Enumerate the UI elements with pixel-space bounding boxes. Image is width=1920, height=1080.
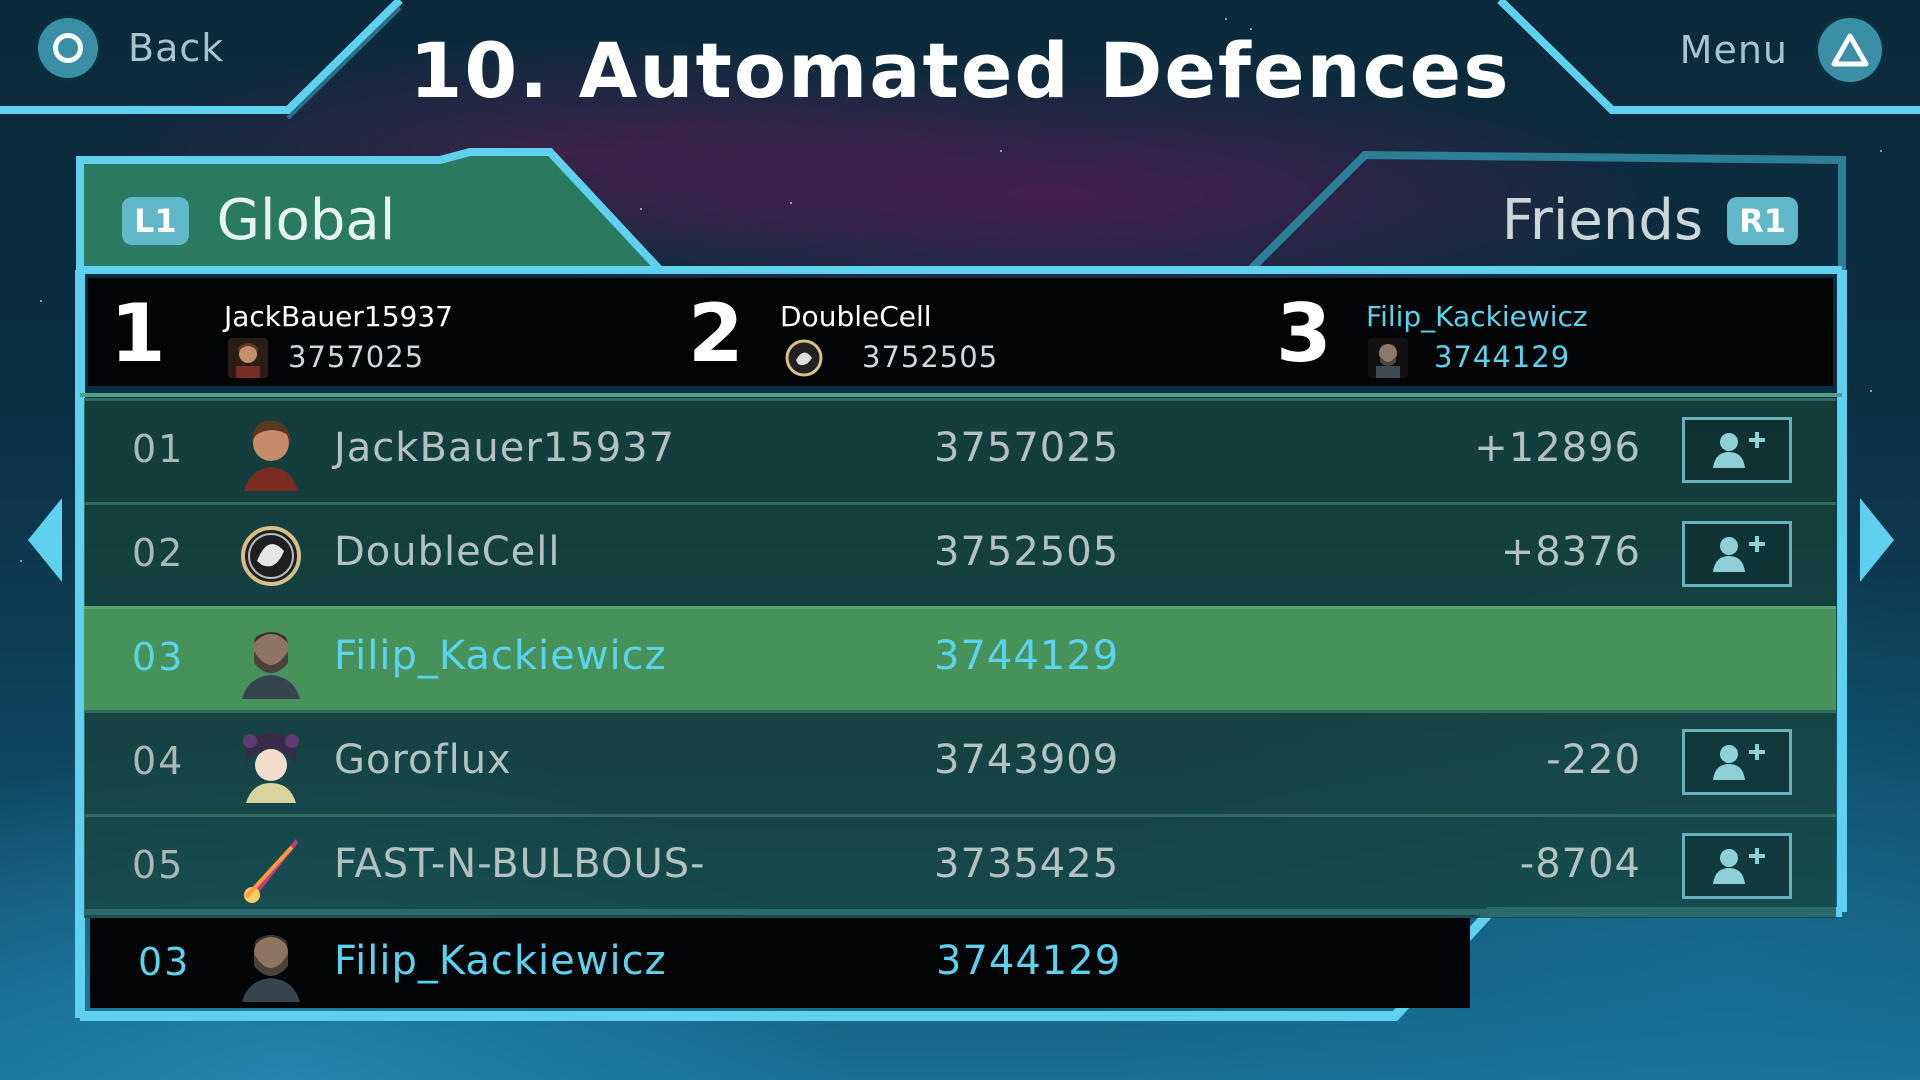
- table-row[interactable]: 01 JackBauer15937 3757025 +12896: [84, 398, 1836, 502]
- table-row[interactable]: 05 FAST-N-BULBOUS- 3735425 -8704: [84, 814, 1836, 918]
- add-friend-icon: [1713, 848, 1765, 884]
- row-rank: 04: [132, 739, 185, 783]
- tab-friends-label: Friends: [1501, 188, 1704, 253]
- podium-score: 3757025: [288, 340, 425, 374]
- l1-badge: L1: [122, 196, 189, 245]
- self-rank: 03: [138, 940, 191, 984]
- tab-global-label: Global: [216, 188, 396, 253]
- triangle-button-icon: [1818, 18, 1882, 82]
- add-friend-icon: [1713, 744, 1765, 780]
- row-name: Goroflux: [334, 737, 512, 783]
- tab-friends[interactable]: Friends R1: [1502, 188, 1798, 253]
- avatar: [241, 526, 301, 586]
- avatar: [1368, 338, 1408, 378]
- add-friend-button[interactable]: [1682, 729, 1792, 795]
- row-score: 3735425: [934, 841, 1120, 887]
- row-diff: -220: [1546, 737, 1641, 783]
- avatar: [244, 839, 298, 903]
- podium-rank: 2: [688, 287, 744, 380]
- row-name: Filip_Kackiewicz: [334, 633, 667, 679]
- add-friend-button[interactable]: [1682, 417, 1792, 483]
- avatar: [244, 420, 298, 491]
- podium-rank: 3: [1276, 287, 1332, 380]
- avatar: [785, 339, 823, 377]
- menu-label: Menu: [1679, 28, 1788, 72]
- podium-rank: 1: [110, 287, 166, 380]
- tab-global[interactable]: L1 Global: [122, 188, 395, 253]
- row-diff: +8376: [1500, 529, 1641, 575]
- podium-score: 3744129: [1434, 340, 1571, 374]
- avatar: [243, 733, 299, 803]
- podium-top-three: 1 JackBauer15937 3757025 2 DoubleCell 37…: [88, 278, 1833, 386]
- row-rank: 02: [132, 531, 185, 575]
- menu-button[interactable]: Menu: [1680, 18, 1882, 82]
- table-row[interactable]: 02 DoubleCell 3752505 +8376: [84, 502, 1836, 606]
- table-row[interactable]: 04 Goroflux 3743909 -220: [84, 710, 1836, 814]
- row-name: JackBauer15937: [334, 425, 676, 471]
- arrow-right-icon[interactable]: [1860, 498, 1894, 582]
- row-rank: 05: [132, 843, 185, 887]
- table-row-current-player[interactable]: 03 Filip_Kackiewicz 3744129: [84, 606, 1836, 710]
- row-name: DoubleCell: [334, 529, 561, 575]
- row-score: 3744129: [934, 633, 1120, 679]
- row-name: FAST-N-BULBOUS-: [334, 841, 706, 887]
- add-friend-button[interactable]: [1682, 833, 1792, 899]
- row-score: 3752505: [934, 529, 1120, 575]
- row-score: 3743909: [934, 737, 1120, 783]
- avatar: [242, 935, 300, 1002]
- r1-badge: R1: [1727, 196, 1798, 245]
- add-friend-icon: [1713, 432, 1765, 468]
- podium-entry[interactable]: 1 JackBauer15937 3757025: [110, 278, 670, 386]
- add-friend-icon: [1713, 536, 1765, 572]
- podium-score: 3752505: [862, 340, 999, 374]
- self-score: 3744129: [936, 938, 1122, 984]
- podium-name: Filip_Kackiewicz: [1366, 300, 1588, 333]
- row-score: 3757025: [934, 425, 1120, 471]
- podium-name: DoubleCell: [780, 300, 932, 333]
- podium-entry[interactable]: 3 Filip_Kackiewicz 3744129: [1276, 278, 1833, 386]
- row-rank: 01: [132, 427, 185, 471]
- self-name: Filip_Kackiewicz: [334, 938, 667, 984]
- leaderboard-list: 01 JackBauer15937 3757025 +12896 02 Doub…: [84, 398, 1836, 918]
- row-rank: 03: [132, 635, 185, 679]
- row-diff: +12896: [1474, 425, 1641, 471]
- add-friend-button[interactable]: [1682, 521, 1792, 587]
- avatar: [242, 632, 300, 699]
- page-title: 10. Automated Defences: [409, 26, 1511, 115]
- podium-name: JackBauer15937: [224, 300, 453, 333]
- current-player-row[interactable]: 03 Filip_Kackiewicz 3744129: [90, 918, 1470, 1008]
- podium-entry[interactable]: 2 DoubleCell 3752505: [688, 278, 1248, 386]
- arrow-left-icon[interactable]: [28, 498, 62, 582]
- avatar: [228, 338, 268, 378]
- row-diff: -8704: [1519, 841, 1641, 887]
